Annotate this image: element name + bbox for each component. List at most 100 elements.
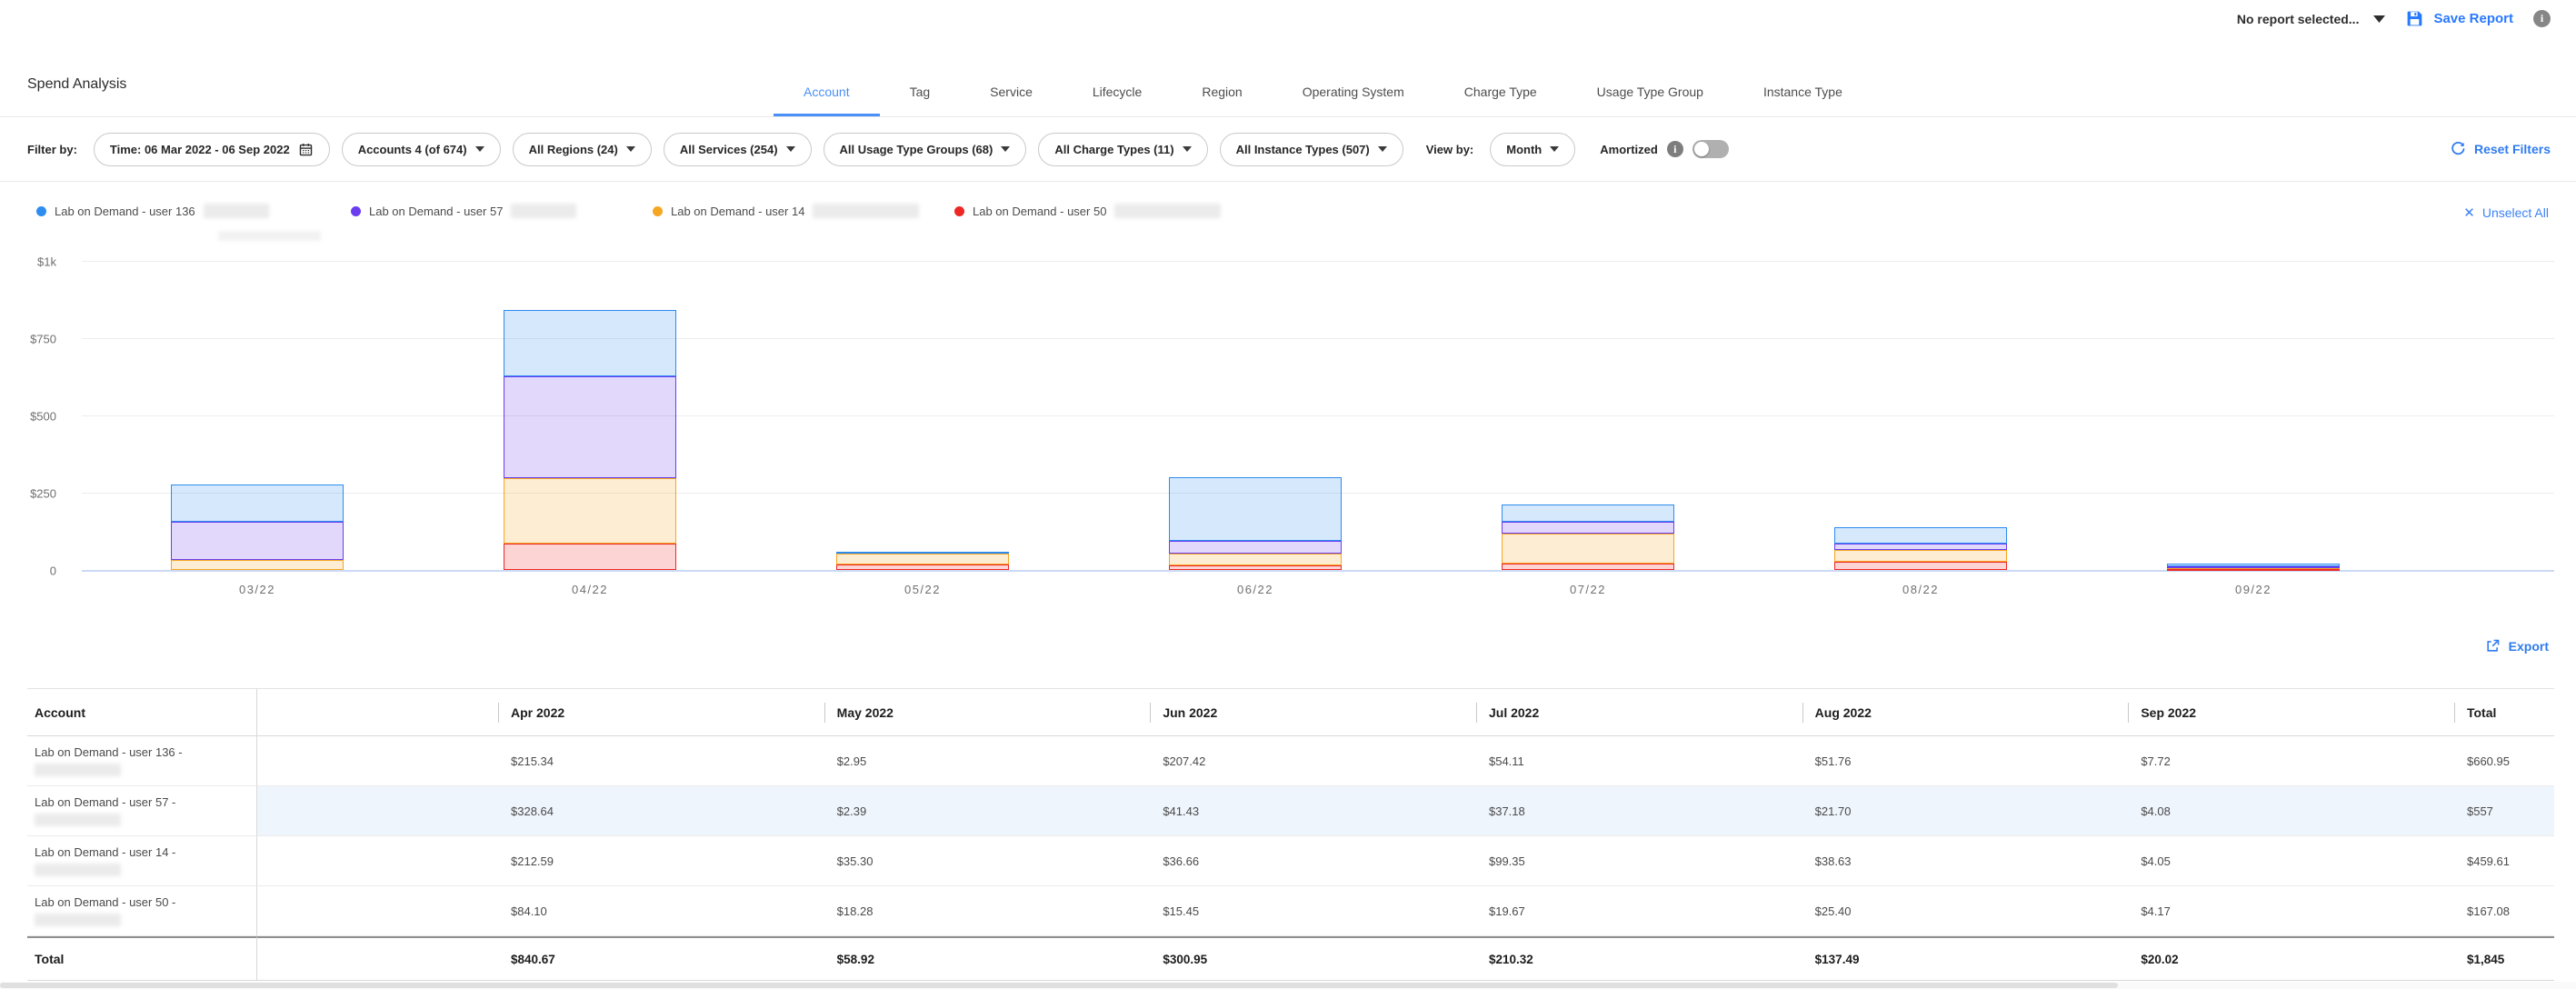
bar-segment-lab-on-demand-user-14[interactable] [1834, 550, 2007, 562]
cell-sep-2022: $4.17 [2128, 886, 2454, 936]
redacted-text [35, 914, 121, 926]
total-cell-jun-2022: $300.95 [1150, 936, 1476, 981]
cell-jun-2022: $207.42 [1150, 736, 1476, 786]
reset-filters-button[interactable]: Reset Filters [2450, 141, 2551, 157]
tab-charge-type[interactable]: Charge Type [1434, 69, 1567, 116]
tab-lifecycle[interactable]: Lifecycle [1063, 69, 1172, 116]
cell-apr-2022: $84.10 [498, 886, 824, 936]
y-axis-label: $750 [0, 333, 56, 346]
cell-total: $557 [2454, 786, 2554, 836]
bar-segment-lab-on-demand-user-57[interactable] [1834, 544, 2007, 550]
caret-down-icon [1378, 146, 1387, 152]
cell-jul-2022: $99.35 [1476, 836, 1802, 886]
bar-segment-lab-on-demand-user-136[interactable] [1502, 504, 1674, 521]
bar-segment-lab-on-demand-user-50[interactable] [1502, 564, 1674, 570]
legend-item-lab-on-demand-user-136[interactable]: Lab on Demand - user 136 [36, 204, 269, 218]
filter-pill-all-services-254[interactable]: All Services (254) [664, 133, 812, 166]
scrollbar-thumb[interactable] [0, 983, 2118, 988]
header-tick [2454, 703, 2455, 723]
column-header-label: Aug 2022 [1815, 705, 1872, 720]
bar-segment-lab-on-demand-user-136[interactable] [2167, 564, 2340, 566]
tab-instance-type[interactable]: Instance Type [1733, 69, 1872, 116]
filter-pill-all-regions-24[interactable]: All Regions (24) [513, 133, 652, 166]
amortized-toggle[interactable] [1692, 140, 1729, 158]
filter-pill-accounts-4-of-674[interactable]: Accounts 4 (of 674) [342, 133, 501, 166]
tab-account[interactable]: Account [774, 69, 880, 116]
bar-segment-lab-on-demand-user-50[interactable] [504, 544, 676, 570]
chart-legend: ✕ Unselect All Lab on Demand - user 136 L… [0, 191, 2576, 244]
bar-segment-lab-on-demand-user-57[interactable] [171, 522, 344, 559]
legend-item-lab-on-demand-user-50[interactable]: Lab on Demand - user 50 [954, 204, 1221, 218]
cell-apr-2022: $328.64 [498, 786, 824, 836]
bar-segment-lab-on-demand-user-57[interactable] [1169, 541, 1342, 554]
report-selector-dropdown[interactable]: No report selected... [2237, 12, 2386, 26]
tab-service[interactable]: Service [960, 69, 1063, 116]
x-axis-label: 03/22 [194, 583, 321, 596]
bar-segment-lab-on-demand-user-14[interactable] [171, 560, 344, 570]
redacted-text [35, 814, 121, 826]
bar-segment-lab-on-demand-user-136[interactable] [171, 485, 344, 522]
filter-pill-all-charge-types-11[interactable]: All Charge Types (11) [1038, 133, 1207, 166]
total-cell-apr-2022: $840.67 [498, 936, 824, 981]
tab-usage-type-group[interactable]: Usage Type Group [1567, 69, 1733, 116]
page-title: Spend Analysis [27, 76, 126, 93]
legend-dot [653, 206, 663, 216]
header-tick [498, 703, 499, 723]
cell-jul-2022: $54.11 [1476, 736, 1802, 786]
bar-segment-lab-on-demand-user-136[interactable] [836, 552, 1009, 554]
bar-segment-lab-on-demand-user-57[interactable] [1502, 522, 1674, 534]
filter-by-label: Filter by: [27, 143, 77, 156]
bar-segment-lab-on-demand-user-50[interactable] [836, 564, 1009, 570]
column-header-label: Jul 2022 [1489, 705, 1539, 720]
view-by-label: View by: [1426, 143, 1474, 156]
tab-region[interactable]: Region [1172, 69, 1272, 116]
bar-segment-lab-on-demand-user-14[interactable] [504, 478, 676, 544]
column-header-jul-2022: Jul 2022 [1476, 688, 1802, 736]
column-header-label: Total [2467, 705, 2496, 720]
legend-item-lab-on-demand-user-14[interactable]: Lab on Demand - user 14 [653, 204, 919, 218]
cell-may-2022: $35.30 [824, 836, 1151, 886]
spend-chart: $1k$750$500$250003/2204/2205/2206/2207/2… [0, 245, 2576, 604]
export-button[interactable]: Export [2485, 638, 2549, 654]
unselect-all-label: Unselect All [2482, 205, 2549, 220]
bar-segment-lab-on-demand-user-136[interactable] [1169, 477, 1342, 542]
reset-filters-label: Reset Filters [2474, 142, 2551, 156]
report-selector-label: No report selected... [2237, 12, 2360, 26]
calendar-icon [298, 142, 314, 157]
total-row-label: Total [27, 936, 257, 981]
chart-gridline [82, 338, 2554, 339]
y-axis-label: $1k [0, 255, 56, 269]
x-axis-label: 05/22 [859, 583, 986, 596]
tab-tag[interactable]: Tag [880, 69, 961, 116]
x-axis-label: 06/22 [1192, 583, 1319, 596]
filter-pill-label: All Regions (24) [529, 143, 618, 156]
bar-segment-lab-on-demand-user-57[interactable] [2167, 566, 2340, 568]
bar-segment-lab-on-demand-user-14[interactable] [836, 554, 1009, 564]
legend-label: Lab on Demand - user 14 [671, 205, 804, 218]
bar-segment-lab-on-demand-user-136[interactable] [1834, 527, 2007, 544]
bar-segment-lab-on-demand-user-50[interactable] [1834, 562, 2007, 570]
unselect-all-button[interactable]: ✕ Unselect All [2463, 205, 2549, 220]
filter-pill-label: All Usage Type Groups (68) [840, 143, 993, 156]
bar-segment-lab-on-demand-user-136[interactable] [504, 310, 676, 376]
amortized-info-icon[interactable]: i [1667, 141, 1683, 157]
bar-segment-lab-on-demand-user-14[interactable] [1502, 534, 1674, 564]
save-report-button[interactable]: Save Report [2405, 9, 2513, 28]
account-name: Lab on Demand - user 14 - [35, 845, 175, 859]
account-name: Lab on Demand - user 57 - [35, 795, 175, 809]
bar-segment-lab-on-demand-user-14[interactable] [1169, 554, 1342, 564]
bar-segment-lab-on-demand-user-57[interactable] [504, 376, 676, 478]
info-icon[interactable]: i [2533, 10, 2551, 27]
redacted-text [204, 204, 269, 218]
filter-pill-all-usage-type-groups-68[interactable]: All Usage Type Groups (68) [824, 133, 1027, 166]
view-by-pill[interactable]: Month [1490, 133, 1575, 166]
column-header-label: Apr 2022 [511, 705, 564, 720]
column-header-account: Account [27, 688, 257, 736]
filter-pill-all-instance-types-507[interactable]: All Instance Types (507) [1220, 133, 1403, 166]
tab-operating-system[interactable]: Operating System [1273, 69, 1434, 116]
column-header-aug-2022: Aug 2022 [1802, 688, 2129, 736]
time-range-pill[interactable]: Time: 06 Mar 2022 - 06 Sep 2022 [94, 133, 330, 166]
legend-dot [351, 206, 361, 216]
bar-segment-lab-on-demand-user-50[interactable] [1169, 565, 1342, 570]
legend-item-lab-on-demand-user-57[interactable]: Lab on Demand - user 57 [351, 204, 576, 218]
